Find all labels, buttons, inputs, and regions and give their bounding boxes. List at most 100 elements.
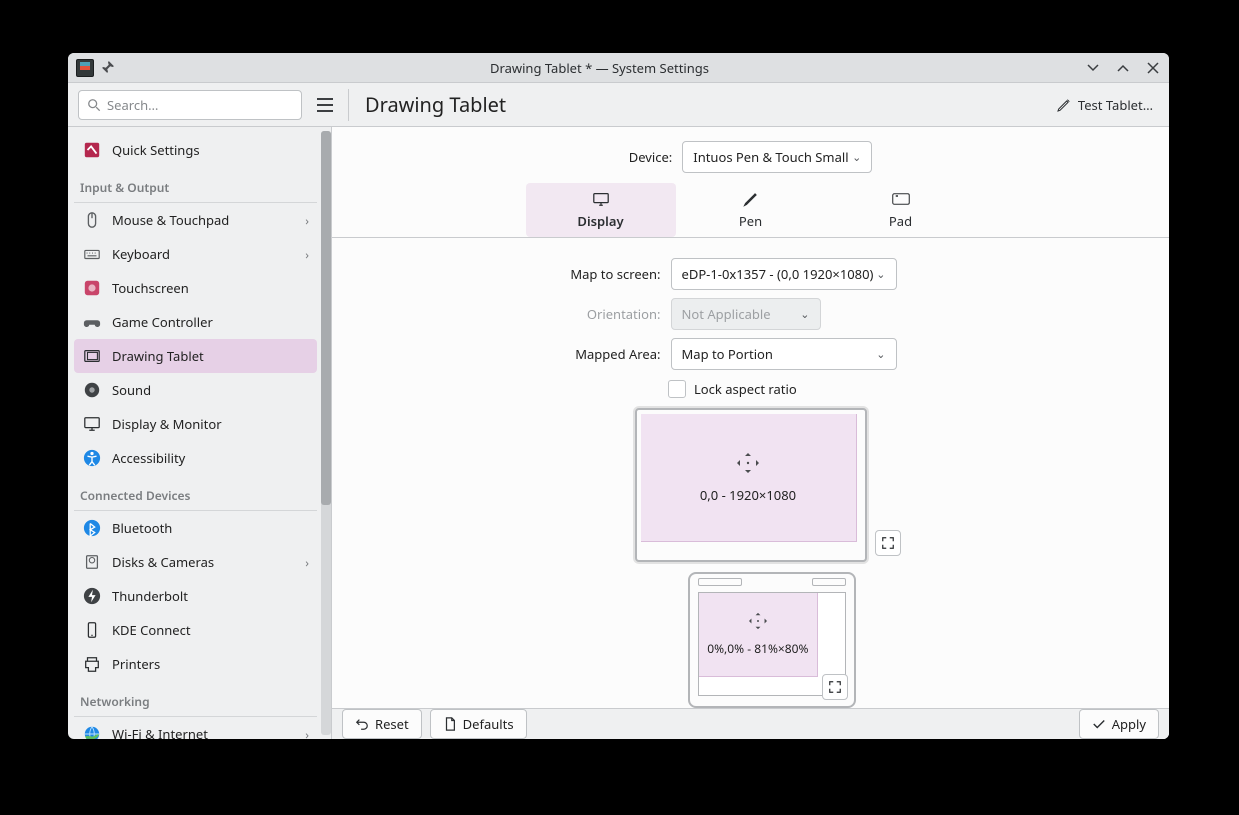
move-icon [735,452,761,474]
mapped-area-row: Mapped Area: Map to Portion ⌄ [461,338,1041,370]
sidebar-item-label: Drawing Tablet [112,347,204,365]
sidebar-item-label: Accessibility [112,449,185,467]
content: Device: Intuos Pen & Touch Small ⌄ Displ… [331,127,1169,739]
device-combo[interactable]: Intuos Pen & Touch Small ⌄ [682,141,872,173]
tablet-portion[interactable]: 0%,0% - 81%×80% [699,593,819,677]
window: Drawing Tablet * — System Settings Searc… [68,53,1169,739]
sidebar-item-display-monitor[interactable]: Display & Monitor [74,407,317,441]
sidebar-wrap: Quick Settings Input & Output Mouse & To… [68,127,331,739]
quick-settings-icon [82,140,102,160]
test-tablet-button[interactable]: Test Tablet… [1050,92,1159,118]
screen-portion[interactable]: 0,0 - 1920×1080 [641,414,857,542]
sidebar-item-drawing-tablet[interactable]: Drawing Tablet [74,339,317,373]
tablet-icon [82,346,102,366]
mapped-area-value: Map to Portion [682,345,773,363]
search-placeholder: Search… [107,96,158,114]
apply-label: Apply [1112,715,1146,733]
sidebar-item-game-controller[interactable]: Game Controller [74,305,317,339]
tab-pen[interactable]: Pen [676,183,826,237]
pencil-icon [1056,97,1072,113]
device-value: Intuos Pen & Touch Small [693,148,848,166]
move-icon [747,612,769,630]
apply-button[interactable]: Apply [1079,709,1159,739]
test-tablet-label: Test Tablet… [1078,96,1153,114]
keyboard-icon [82,244,102,264]
defaults-label: Defaults [463,715,514,733]
sidebar-item-label: Wi-Fi & Internet [112,725,208,739]
close-button[interactable] [1145,60,1161,76]
sidebar-group-title: Input & Output [74,167,317,200]
gamepad-icon [82,312,102,332]
tab-label: Pad [889,212,912,230]
tablet-box[interactable]: 0%,0% - 81%×80% [688,572,856,708]
scrollbar-thumb[interactable] [321,131,331,505]
device-row: Device: Intuos Pen & Touch Small ⌄ [629,141,873,173]
sidebar-item-mouse-touchpad[interactable]: Mouse & Touchpad › [74,203,317,237]
tablet-portion-label: 0%,0% - 81%×80% [707,640,808,657]
reset-button[interactable]: Reset [342,709,422,739]
chevron-right-icon: › [305,212,309,229]
chevron-down-icon: ⌄ [876,267,885,282]
chevron-right-icon: › [305,554,309,571]
tablet-button-strip-left [698,578,742,586]
screen-fit-button[interactable] [875,530,901,556]
mapping-visual: 0,0 - 1920×1080 [635,408,867,708]
sidebar-item-label: Touchscreen [112,279,189,297]
thunderbolt-icon [82,586,102,606]
sidebar-item-touchscreen[interactable]: Touchscreen [74,271,317,305]
sidebar-item-kde-connect[interactable]: KDE Connect [74,613,317,647]
search-icon [87,98,101,112]
orientation-combo: Not Applicable ⌄ [671,298,821,330]
search-input[interactable]: Search… [78,90,302,120]
phone-icon [82,620,102,640]
sidebar-item-label: Quick Settings [112,141,200,159]
maximize-button[interactable] [1115,60,1131,76]
map-screen-combo[interactable]: eDP-1-0x1357 - (0,0 1920×1080) ⌄ [671,258,897,290]
chevron-down-icon: ⌄ [876,347,885,362]
sidebar-item-disks-cameras[interactable]: Disks & Cameras › [74,545,317,579]
sidebar-item-thunderbolt[interactable]: Thunderbolt [74,579,317,613]
tab-pad[interactable]: Pad [826,183,976,237]
bluetooth-icon [82,518,102,538]
sidebar-item-label: Mouse & Touchpad [112,211,229,229]
titlebar[interactable]: Drawing Tablet * — System Settings [68,53,1169,83]
sidebar-item-printers[interactable]: Printers [74,647,317,681]
sidebar-scrollbar[interactable] [321,127,331,739]
chevron-down-icon: ⌄ [800,307,809,322]
printer-icon [82,654,102,674]
pad-icon [892,190,910,208]
sidebar-item-accessibility[interactable]: Accessibility [74,441,317,475]
sidebar-item-quick-settings[interactable]: Quick Settings [74,133,317,167]
tablet-button-strip-right [812,578,846,586]
sidebar[interactable]: Quick Settings Input & Output Mouse & To… [68,127,321,739]
chevron-down-icon: ⌄ [852,150,861,165]
screen-box[interactable]: 0,0 - 1920×1080 [635,408,867,562]
speaker-icon [82,380,102,400]
sidebar-item-label: Sound [112,381,151,399]
document-icon [443,717,457,731]
chevron-right-icon: › [305,246,309,263]
lock-aspect-label: Lock aspect ratio [694,380,797,398]
page-title: Drawing Tablet [365,91,1040,118]
orientation-label: Orientation: [461,305,661,323]
sidebar-group-title: Connected Devices [74,475,317,508]
sidebar-item-label: Printers [112,655,160,673]
menu-button[interactable] [312,92,338,118]
sidebar-item-label: KDE Connect [112,621,191,639]
window-title: Drawing Tablet * — System Settings [114,59,1085,77]
body: Quick Settings Input & Output Mouse & To… [68,127,1169,739]
touchscreen-icon [82,278,102,298]
lock-aspect-checkbox[interactable] [668,380,686,398]
defaults-button[interactable]: Defaults [430,709,527,739]
sidebar-item-keyboard[interactable]: Keyboard › [74,237,317,271]
tab-display[interactable]: Display [526,183,676,237]
minimize-button[interactable] [1085,60,1101,76]
disk-icon [82,552,102,572]
sidebar-item-wifi[interactable]: Wi-Fi & Internet › [74,717,317,739]
tabs: Display Pen Pad [526,183,976,237]
tablet-fit-button[interactable] [822,674,848,700]
sidebar-item-sound[interactable]: Sound [74,373,317,407]
mapped-area-combo[interactable]: Map to Portion ⌄ [671,338,897,370]
pin-icon[interactable] [102,59,114,77]
sidebar-item-bluetooth[interactable]: Bluetooth [74,511,317,545]
